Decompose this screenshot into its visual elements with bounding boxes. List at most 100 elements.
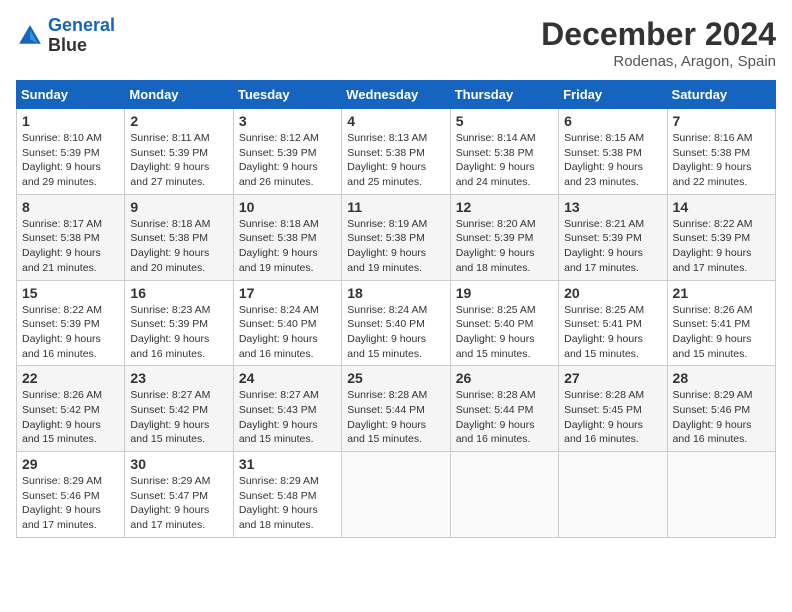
day-info: Sunrise: 8:26 AMSunset: 5:42 PMDaylight:… (22, 388, 119, 447)
day-number: 20 (564, 285, 661, 301)
day-number: 31 (239, 456, 336, 472)
calendar-cell: 10 Sunrise: 8:18 AMSunset: 5:38 PMDayligh… (233, 194, 341, 280)
calendar-cell: 23 Sunrise: 8:27 AMSunset: 5:42 PMDayligh… (125, 366, 233, 452)
calendar-cell: 15 Sunrise: 8:22 AMSunset: 5:39 PMDayligh… (17, 280, 125, 366)
day-number: 10 (239, 199, 336, 215)
day-info: Sunrise: 8:24 AMSunset: 5:40 PMDaylight:… (239, 303, 336, 362)
calendar-cell: 22 Sunrise: 8:26 AMSunset: 5:42 PMDayligh… (17, 366, 125, 452)
calendar-cell: 29 Sunrise: 8:29 AMSunset: 5:46 PMDayligh… (17, 452, 125, 538)
calendar-week-5: 29 Sunrise: 8:29 AMSunset: 5:46 PMDayligh… (17, 452, 776, 538)
calendar-cell: 30 Sunrise: 8:29 AMSunset: 5:47 PMDayligh… (125, 452, 233, 538)
day-info: Sunrise: 8:26 AMSunset: 5:41 PMDaylight:… (673, 303, 770, 362)
calendar-cell: 17 Sunrise: 8:24 AMSunset: 5:40 PMDayligh… (233, 280, 341, 366)
day-info: Sunrise: 8:28 AMSunset: 5:45 PMDaylight:… (564, 388, 661, 447)
day-info: Sunrise: 8:16 AMSunset: 5:38 PMDaylight:… (673, 131, 770, 190)
calendar-cell: 6Sunrise: 8:15 AMSunset: 5:38 PMDaylight… (559, 109, 667, 195)
day-info: Sunrise: 8:29 AMSunset: 5:46 PMDaylight:… (22, 474, 119, 533)
day-info: Sunrise: 8:25 AMSunset: 5:41 PMDaylight:… (564, 303, 661, 362)
day-info: Sunrise: 8:29 AMSunset: 5:48 PMDaylight:… (239, 474, 336, 533)
day-number: 23 (130, 370, 227, 386)
day-info: Sunrise: 8:14 AMSunset: 5:38 PMDaylight:… (456, 131, 553, 190)
calendar-cell: 25 Sunrise: 8:28 AMSunset: 5:44 PMDayligh… (342, 366, 450, 452)
day-number: 21 (673, 285, 770, 301)
day-number: 26 (456, 370, 553, 386)
day-info: Sunrise: 8:22 AMSunset: 5:39 PMDaylight:… (22, 303, 119, 362)
subtitle: Rodenas, Aragon, Spain (541, 53, 776, 70)
calendar-cell: 13 Sunrise: 8:21 AMSunset: 5:39 PMDayligh… (559, 194, 667, 280)
day-number: 11 (347, 199, 444, 215)
day-number: 14 (673, 199, 770, 215)
day-info: Sunrise: 8:13 AMSunset: 5:38 PMDaylight:… (347, 131, 444, 190)
day-info: Sunrise: 8:12 AMSunset: 5:39 PMDaylight:… (239, 131, 336, 190)
day-number: 7 (673, 113, 770, 129)
day-info: Sunrise: 8:11 AMSunset: 5:39 PMDaylight:… (130, 131, 227, 190)
day-number: 4 (347, 113, 444, 129)
day-number: 17 (239, 285, 336, 301)
day-info: Sunrise: 8:29 AMSunset: 5:46 PMDaylight:… (673, 388, 770, 447)
calendar-cell (559, 452, 667, 538)
page-header: GeneralBlue December 2024 Rodenas, Arago… (16, 16, 776, 70)
calendar-cell (667, 452, 775, 538)
day-info: Sunrise: 8:15 AMSunset: 5:38 PMDaylight:… (564, 131, 661, 190)
day-info: Sunrise: 8:19 AMSunset: 5:38 PMDaylight:… (347, 217, 444, 276)
calendar-week-3: 15 Sunrise: 8:22 AMSunset: 5:39 PMDayligh… (17, 280, 776, 366)
calendar-cell: 26Sunrise: 8:28 AMSunset: 5:44 PMDayligh… (450, 366, 558, 452)
day-number: 3 (239, 113, 336, 129)
logo-text: GeneralBlue (48, 16, 115, 56)
day-number: 18 (347, 285, 444, 301)
calendar-cell: 1 Sunrise: 8:10 AMSunset: 5:39 PMDaylight… (17, 109, 125, 195)
day-info: Sunrise: 8:18 AMSunset: 5:38 PMDaylight:… (239, 217, 336, 276)
calendar-cell (450, 452, 558, 538)
day-number: 9 (130, 199, 227, 215)
day-number: 19 (456, 285, 553, 301)
day-info: Sunrise: 8:25 AMSunset: 5:40 PMDaylight:… (456, 303, 553, 362)
day-number: 8 (22, 199, 119, 215)
day-info: Sunrise: 8:27 AMSunset: 5:42 PMDaylight:… (130, 388, 227, 447)
col-header-sunday: Sunday (17, 81, 125, 109)
calendar-cell: 7 Sunrise: 8:16 AMSunset: 5:38 PMDaylight… (667, 109, 775, 195)
calendar-cell: 27 Sunrise: 8:28 AMSunset: 5:45 PMDayligh… (559, 366, 667, 452)
calendar-cell: 16 Sunrise: 8:23 AMSunset: 5:39 PMDayligh… (125, 280, 233, 366)
calendar-week-1: 1 Sunrise: 8:10 AMSunset: 5:39 PMDaylight… (17, 109, 776, 195)
day-number: 5 (456, 113, 553, 129)
day-info: Sunrise: 8:17 AMSunset: 5:38 PMDaylight:… (22, 217, 119, 276)
calendar-week-2: 8 Sunrise: 8:17 AMSunset: 5:38 PMDaylight… (17, 194, 776, 280)
day-number: 12 (456, 199, 553, 215)
col-header-tuesday: Tuesday (233, 81, 341, 109)
day-number: 22 (22, 370, 119, 386)
calendar-cell: 9 Sunrise: 8:18 AMSunset: 5:38 PMDaylight… (125, 194, 233, 280)
day-info: Sunrise: 8:29 AMSunset: 5:47 PMDaylight:… (130, 474, 227, 533)
day-number: 13 (564, 199, 661, 215)
day-info: Sunrise: 8:18 AMSunset: 5:38 PMDaylight:… (130, 217, 227, 276)
main-title: December 2024 (541, 16, 776, 53)
day-number: 29 (22, 456, 119, 472)
day-number: 27 (564, 370, 661, 386)
day-info: Sunrise: 8:23 AMSunset: 5:39 PMDaylight:… (130, 303, 227, 362)
calendar-cell: 4 Sunrise: 8:13 AMSunset: 5:38 PMDaylight… (342, 109, 450, 195)
calendar-table: SundayMondayTuesdayWednesdayThursdayFrid… (16, 80, 776, 538)
day-number: 15 (22, 285, 119, 301)
day-number: 25 (347, 370, 444, 386)
calendar-cell: 24Sunrise: 8:27 AMSunset: 5:43 PMDayligh… (233, 366, 341, 452)
day-number: 1 (22, 113, 119, 129)
col-header-wednesday: Wednesday (342, 81, 450, 109)
calendar-cell: 18Sunrise: 8:24 AMSunset: 5:40 PMDayligh… (342, 280, 450, 366)
day-number: 16 (130, 285, 227, 301)
calendar-cell: 21 Sunrise: 8:26 AMSunset: 5:41 PMDayligh… (667, 280, 775, 366)
day-info: Sunrise: 8:21 AMSunset: 5:39 PMDaylight:… (564, 217, 661, 276)
calendar-cell: 5 Sunrise: 8:14 AMSunset: 5:38 PMDaylight… (450, 109, 558, 195)
day-number: 30 (130, 456, 227, 472)
logo-icon (16, 22, 44, 50)
logo: GeneralBlue (16, 16, 115, 56)
day-info: Sunrise: 8:20 AMSunset: 5:39 PMDaylight:… (456, 217, 553, 276)
col-header-friday: Friday (559, 81, 667, 109)
day-info: Sunrise: 8:28 AMSunset: 5:44 PMDaylight:… (347, 388, 444, 447)
day-number: 2 (130, 113, 227, 129)
calendar-cell (342, 452, 450, 538)
calendar-cell: 20 Sunrise: 8:25 AMSunset: 5:41 PMDayligh… (559, 280, 667, 366)
calendar-cell: 8 Sunrise: 8:17 AMSunset: 5:38 PMDaylight… (17, 194, 125, 280)
day-info: Sunrise: 8:10 AMSunset: 5:39 PMDaylight:… (22, 131, 119, 190)
day-number: 28 (673, 370, 770, 386)
day-number: 24 (239, 370, 336, 386)
calendar-cell: 3 Sunrise: 8:12 AMSunset: 5:39 PMDaylight… (233, 109, 341, 195)
